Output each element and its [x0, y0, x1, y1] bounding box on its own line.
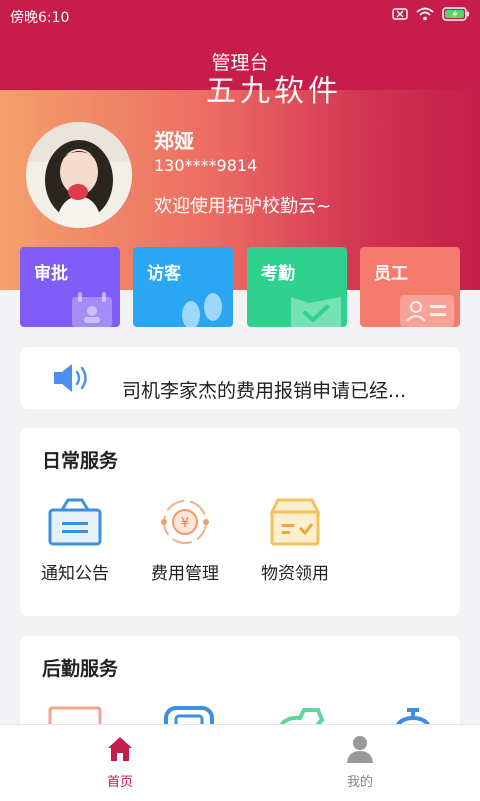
- tile-staff-label: 员工: [374, 264, 408, 284]
- avatar[interactable]: [26, 122, 132, 228]
- tile-visitor[interactable]: 访客: [133, 247, 233, 327]
- notice-bar[interactable]: 司机李家杰的费用报销申请已经...: [20, 347, 460, 409]
- service-supplies-label: 物资领用: [261, 564, 329, 584]
- daily-services-title: 日常服务: [42, 450, 119, 472]
- tile-approval[interactable]: 审批: [20, 247, 120, 327]
- service-supplies[interactable]: 物资领用: [254, 498, 336, 584]
- tile-attendance-label: 考勤: [261, 264, 295, 284]
- check-box-icon: [291, 297, 341, 327]
- welcome-text: 欢迎使用拓驴校勤云~: [154, 196, 332, 217]
- watermark: 五九软件: [206, 74, 342, 109]
- nav-mine-label: 我的: [346, 775, 373, 790]
- battery-charging-icon: [442, 7, 469, 21]
- notice-text: 司机李家杰的费用报销申请已经...: [122, 380, 407, 402]
- nav-mine[interactable]: 我的: [330, 735, 390, 790]
- user-name: 郑娅: [154, 129, 194, 153]
- status-bar: 傍晚6:10: [0, 0, 480, 32]
- tile-visitor-label: 访客: [147, 264, 181, 284]
- id-card-icon: [400, 295, 454, 327]
- nav-home[interactable]: 首页: [90, 735, 150, 790]
- service-notice[interactable]: 通知公告: [34, 498, 116, 584]
- tile-approval-label: 审批: [34, 264, 68, 284]
- nav-home-label: 首页: [106, 775, 133, 790]
- logistics-services-title: 后勤服务: [42, 658, 119, 680]
- wifi-icon: [416, 7, 434, 21]
- svg-text:¥: ¥: [181, 516, 189, 531]
- user-icon: [347, 736, 373, 763]
- tile-staff[interactable]: 员工: [360, 247, 460, 327]
- bottom-nav: 首页 我的: [0, 724, 480, 801]
- service-expense-label: 费用管理: [151, 564, 219, 584]
- tile-attendance[interactable]: 考勤: [247, 247, 347, 327]
- service-notice-label: 通知公告: [41, 564, 109, 584]
- status-icons: [392, 7, 470, 21]
- avatar-photo: [26, 122, 132, 228]
- user-phone: 130****9814: [154, 156, 258, 175]
- footprints-icon: [182, 293, 222, 327]
- service-expense[interactable]: ¥ 费用管理: [144, 498, 226, 584]
- supply-box-icon: [269, 498, 321, 546]
- daily-services-card: 日常服务 通知公告 ¥ 费用管理 物资领用: [20, 428, 460, 616]
- calendar-badge-icon: [72, 292, 112, 327]
- yen-coin-icon: ¥: [161, 500, 209, 544]
- no-sim-icon: [392, 8, 408, 20]
- home-icon: [108, 737, 132, 761]
- status-time: 傍晚6:10: [10, 10, 70, 26]
- notice-basket-icon: [48, 498, 102, 546]
- speaker-icon: [54, 364, 87, 392]
